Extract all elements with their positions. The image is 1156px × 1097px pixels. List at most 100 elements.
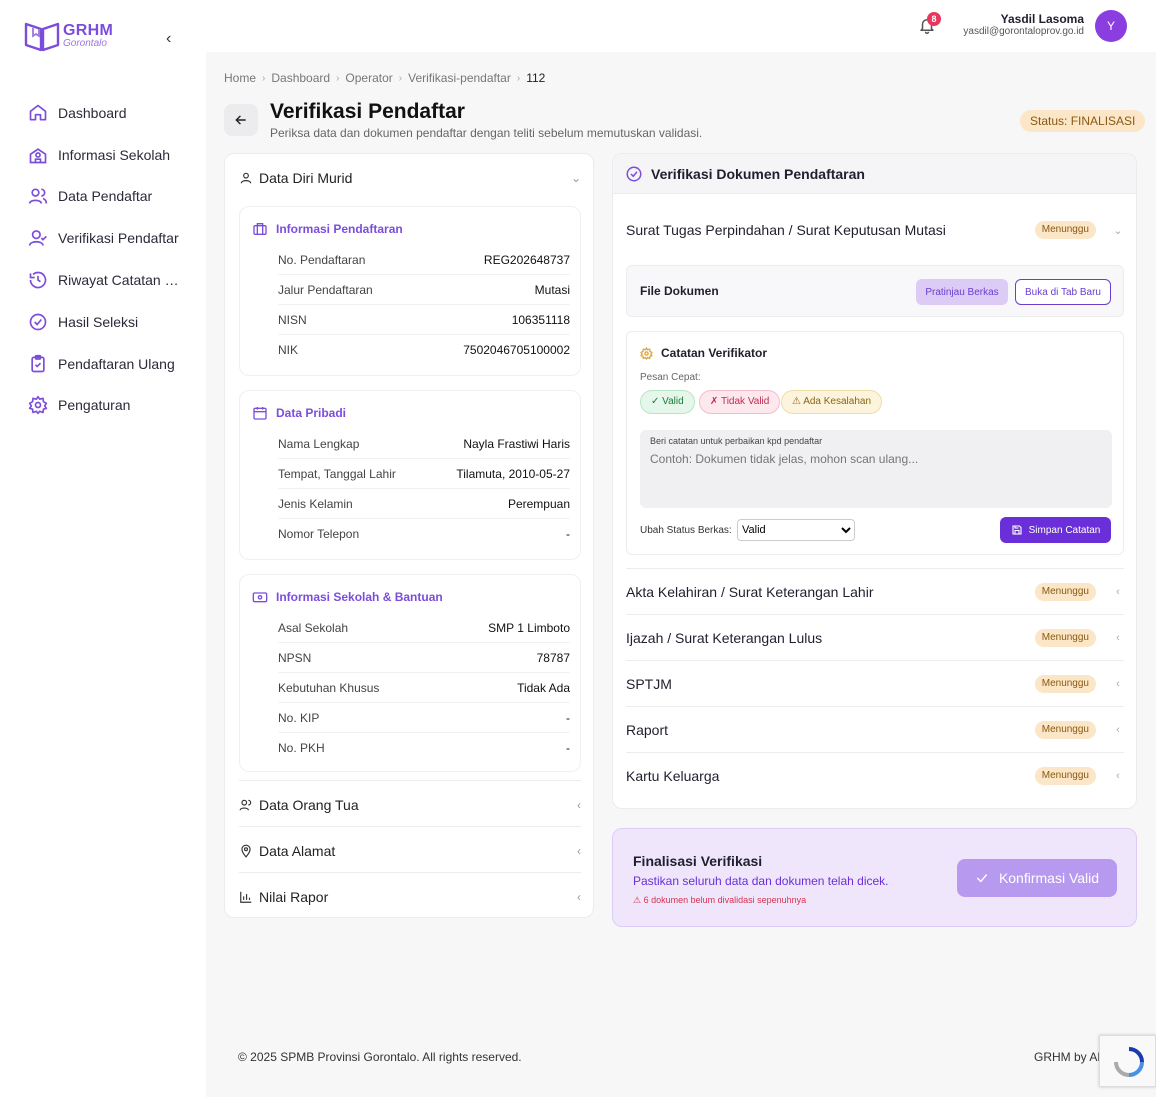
chevron-left-icon[interactable]: ‹ [166, 30, 171, 48]
status-badge: Menunggu [1034, 675, 1096, 693]
footer-copyright: © 2025 SPMB Provinsi Gorontalo. All righ… [238, 1050, 522, 1064]
user-info[interactable]: Yasdil Lasoma yasdil@gorontaloprov.go.id [944, 12, 1084, 37]
quick-chip-valid[interactable]: ✓ Valid [640, 390, 695, 414]
preview-file-button[interactable]: Pratinjau Berkas [916, 279, 1008, 305]
box-title: Informasi Sekolah & Bantuan [276, 590, 443, 604]
verifier-notes-box: Catatan Verifikator Pesan Cepat: ✓ Valid… [626, 331, 1124, 555]
student-data-card: Data Diri Murid ⌄ Informasi Pendaftaran … [224, 153, 594, 918]
final-subtitle: Pastikan seluruh data dan dokumen telah … [633, 874, 889, 888]
chevron-left-icon: ‹ [1116, 586, 1120, 598]
chevron-left-icon: ‹ [1116, 770, 1120, 782]
doc-title: Raport [626, 722, 669, 738]
recaptcha-badge[interactable] [1099, 1035, 1156, 1087]
file-status-select[interactable]: Valid [737, 519, 855, 541]
data-row: NISN 106351118 [278, 305, 570, 335]
doc-title: Surat Tugas Perpindahan / Surat Keputusa… [626, 222, 946, 238]
box-title: Informasi Pendaftaran [276, 222, 403, 236]
doc-title: SPTJM [626, 676, 672, 692]
doc-row[interactable]: Akta Kelahiran / Surat Keterangan Lahir … [626, 569, 1124, 615]
sidebar-item-label: Pendaftaran Ulang [58, 355, 175, 372]
chevron-right-icon: › [262, 72, 266, 84]
clipboard-icon [31, 354, 45, 373]
calendar-icon [253, 407, 267, 420]
confirm-valid-button[interactable]: Konfirmasi Valid [957, 859, 1117, 897]
sidebar-item-label: Verifikasi Pendaftar [58, 230, 179, 247]
breadcrumb-dashboard[interactable]: Dashboard [271, 71, 330, 85]
brand-region: Gorontalo [63, 38, 107, 49]
section-data-alamat[interactable]: Data Alamat ‹ [239, 841, 581, 861]
section-nilai-rapor[interactable]: Nilai Rapor ‹ [239, 887, 581, 907]
open-new-tab-button[interactable]: Buka di Tab Baru [1015, 279, 1111, 305]
sidebar-item-label: Dashboard [58, 104, 127, 121]
doc-row[interactable]: Ijazah / Surat Keterangan Lulus Menunggu… [626, 615, 1124, 661]
chevron-left-icon: ‹ [1116, 678, 1120, 690]
footer-credit: GRHM by AP [1034, 1050, 1106, 1064]
doc-title: Ijazah / Surat Keterangan Lulus [626, 630, 823, 646]
users-icon [28, 188, 48, 205]
sidebar-item-dashboard[interactable]: Dashboard [28, 92, 198, 134]
finalization-card: Finalisasi Verifikasi Pastikan seluruh d… [612, 828, 1137, 927]
sidebar-item-verifikasi-pendaftar[interactable]: Verifikasi Pendaftar [28, 217, 198, 259]
box-title: Data Pribadi [276, 406, 347, 420]
save-notes-label: Simpan Catatan [1028, 524, 1101, 536]
avatar[interactable]: Y [1095, 10, 1127, 42]
breadcrumb: Home › Dashboard › Operator › Verifikasi… [224, 71, 545, 85]
status-badge: Menunggu [1034, 721, 1096, 739]
chevron-down-icon: ⌄ [1113, 224, 1123, 237]
data-row: Jenis Kelamin Perempuan [278, 489, 570, 519]
gear-icon [640, 346, 653, 360]
bar-chart-icon [240, 891, 252, 903]
data-row: Asal Sekolah SMP 1 Limboto [278, 613, 570, 643]
notes-textarea[interactable] [650, 452, 1100, 500]
card-icon [252, 592, 268, 603]
check-circle-icon [29, 313, 47, 331]
chevron-down-icon: ⌄ [570, 171, 581, 185]
check-circle-icon [626, 166, 642, 181]
breadcrumb-operator[interactable]: Operator [345, 71, 392, 85]
status-badge: Status: FINALISASI [1020, 110, 1146, 132]
sidebar-item-hasil-seleksi[interactable]: Hasil Seleksi [28, 301, 198, 343]
data-row: No. PKH - [278, 741, 570, 755]
file-document-box: File Dokumen Pratinjau Berkas Buka di Ta… [626, 265, 1124, 317]
data-row: Nama Lengkap Nayla Frastiwi Haris [278, 429, 570, 459]
sidebar-item-label: Riwayat Catatan Dokumen [58, 272, 183, 289]
doc-row-open[interactable]: Surat Tugas Perpindahan / Surat Keputusa… [626, 207, 1124, 253]
sidebar-item-informasi-sekolah[interactable]: Informasi Sekolah [28, 134, 198, 176]
file-label: File Dokumen [640, 284, 719, 298]
gear-icon [28, 396, 48, 415]
section-title: Data Alamat [259, 843, 336, 859]
status-badge: Menunggu [1034, 629, 1096, 647]
page-subtitle: Periksa data dan dokumen pendaftar denga… [270, 126, 703, 140]
save-notes-button[interactable]: Simpan Catatan [1000, 517, 1111, 543]
sidebar-item-riwayat-catatan[interactable]: Riwayat Catatan Dokumen [28, 259, 198, 301]
sidebar-item-data-pendaftar[interactable]: Data Pendaftar [28, 176, 198, 218]
quick-chip-error[interactable]: ⚠ Ada Kesalahan [781, 390, 883, 414]
data-row: Nomor Telepon - [278, 527, 570, 541]
quick-chip-invalid[interactable]: ✗ Tidak Valid [699, 390, 781, 414]
section-title: Data Orang Tua [259, 797, 359, 813]
logo[interactable]: GRHM Gorontalo [24, 20, 113, 52]
section-title: Nilai Rapor [259, 889, 329, 905]
sidebar-item-pendaftaran-ulang[interactable]: Pendaftaran Ulang [28, 343, 198, 385]
home-icon [29, 104, 47, 121]
chevron-left-icon: ‹ [577, 890, 581, 904]
recaptcha-icon [1114, 1047, 1144, 1077]
doc-row[interactable]: Kartu Keluarga Menunggu ‹ [626, 753, 1124, 799]
card-header: Verifikasi Dokumen Pendaftaran [613, 154, 1136, 194]
school-icon [29, 147, 47, 164]
data-row: NPSN 78787 [278, 643, 570, 673]
breadcrumb-home[interactable]: Home [224, 71, 256, 85]
section-data-diri-murid[interactable]: Data Diri Murid ⌄ [239, 168, 581, 188]
doc-row[interactable]: SPTJM Menunggu ‹ [626, 661, 1124, 707]
page-title: Verifikasi Pendaftar [270, 100, 465, 123]
sidebar-item-pengaturan[interactable]: Pengaturan [28, 385, 198, 427]
breadcrumb-verifikasi[interactable]: Verifikasi-pendaftar [408, 71, 511, 85]
sidebar-item-label: Hasil Seleksi [58, 313, 139, 330]
section-data-orang-tua[interactable]: Data Orang Tua ‹ [239, 795, 581, 815]
data-row: No. KIP - [278, 703, 570, 733]
check-icon [976, 874, 988, 883]
back-button[interactable] [224, 104, 258, 136]
doc-row[interactable]: Raport Menunggu ‹ [626, 707, 1124, 753]
personal-data-box: Data Pribadi Nama Lengkap Nayla Frastiwi … [239, 390, 581, 560]
sidebar-item-label: Data Pendaftar [58, 188, 153, 205]
